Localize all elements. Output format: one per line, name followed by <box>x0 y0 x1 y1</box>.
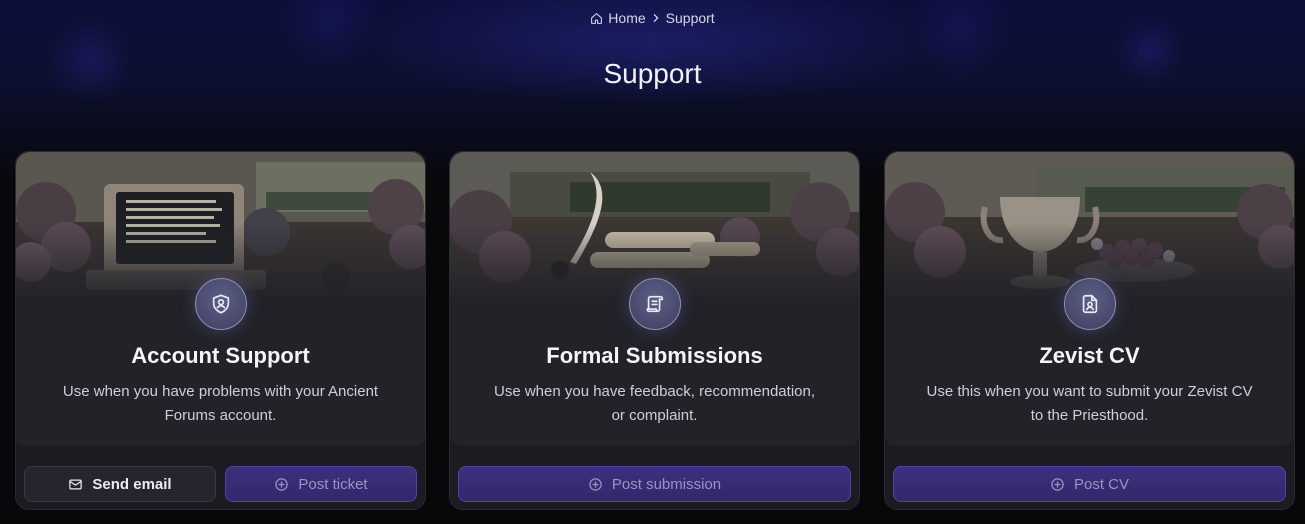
card-description: Use when you have problems with your Anc… <box>62 383 379 424</box>
breadcrumb-current: Support <box>665 10 715 26</box>
plus-circle-icon <box>275 477 289 491</box>
card-body: Formal Submissions Use when you have fee… <box>450 152 859 446</box>
button-label: Post ticket <box>298 475 368 493</box>
chevron-right-icon <box>653 14 658 22</box>
button-label: Post CV <box>1073 475 1130 493</box>
account-support-card: Account Support Use when you have proble… <box>15 151 426 510</box>
card-title: Formal Submissions <box>546 343 763 368</box>
plus-circle-icon <box>589 477 602 491</box>
card-actions: Post CV <box>893 466 1286 502</box>
card-description: Use when you have feedback, recommendati… <box>493 383 816 424</box>
formal-submissions-card: Formal Submissions Use when you have fee… <box>449 151 860 510</box>
button-label: Send email <box>92 475 172 493</box>
breadcrumb: Home Support <box>0 10 1305 26</box>
card-icon-badge <box>194 278 247 330</box>
card-icon-badge <box>1063 278 1116 330</box>
card-title: Zevist CV <box>1039 343 1140 368</box>
shield-user-icon <box>212 294 229 314</box>
scroll-icon <box>645 295 663 313</box>
post-cv-button[interactable]: Post CV <box>893 466 1286 502</box>
breadcrumb-home-link[interactable]: Home <box>608 10 645 26</box>
card-actions: Post submission <box>458 466 851 502</box>
card-title: Account Support <box>131 343 310 368</box>
card-icon-badge <box>628 278 681 330</box>
page-title: Support <box>603 58 702 89</box>
card-body: Account Support Use when you have proble… <box>16 152 425 446</box>
plus-circle-icon <box>1051 477 1064 491</box>
button-label: Post submission <box>611 475 722 493</box>
card-description: Use this when you want to submit your Ze… <box>926 383 1253 424</box>
zevist-cv-card: Zevist CV Use this when you want to subm… <box>884 151 1295 510</box>
send-email-button[interactable]: Send email <box>24 466 216 502</box>
card-actions: Send email Post ticket <box>24 466 417 502</box>
post-ticket-button[interactable]: Post ticket <box>225 466 417 502</box>
card-body: Zevist CV Use this when you want to subm… <box>885 152 1294 446</box>
home-icon <box>591 12 603 24</box>
id-badge-icon <box>1082 294 1097 314</box>
mail-icon <box>69 479 83 489</box>
post-submission-button[interactable]: Post submission <box>458 466 851 502</box>
